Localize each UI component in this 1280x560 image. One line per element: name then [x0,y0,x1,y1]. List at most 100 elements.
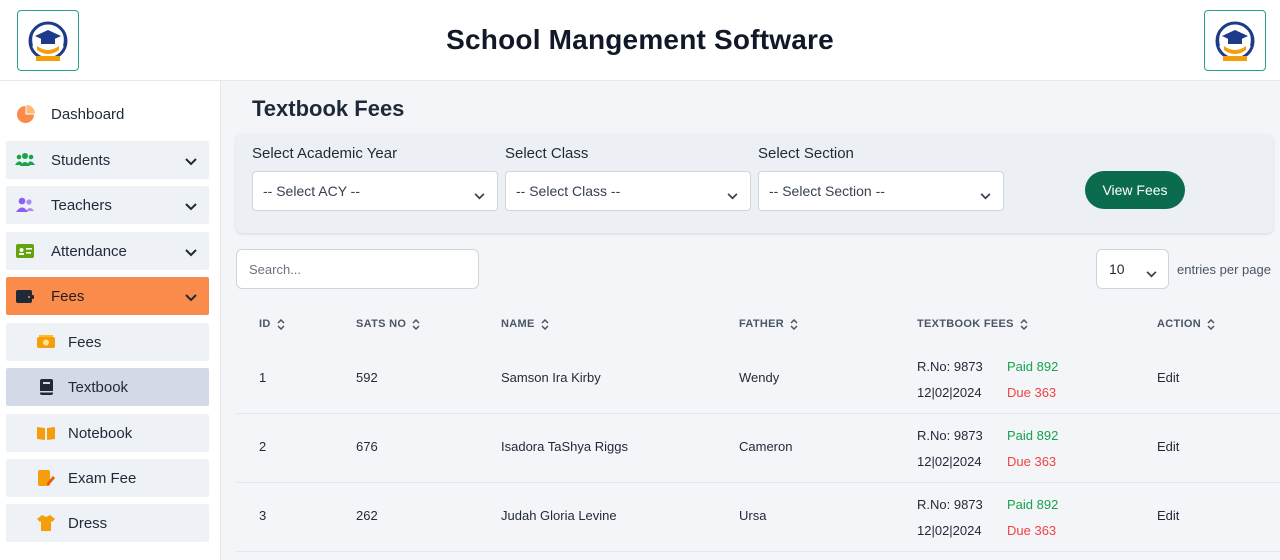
entries-per-page-label: entries per page [1177,262,1271,277]
pie-chart-icon [15,104,35,124]
cell-id: 3 [259,508,267,523]
sidebar-item-label: Notebook [68,424,133,442]
sidebar-item-teachers[interactable]: Teachers [6,186,209,224]
sort-icon [1207,318,1215,330]
column-header-label: TEXTBOOK FEES [917,318,1014,330]
cell-sats-no: 262 [356,508,378,523]
cell-id: 2 [259,439,267,454]
sidebar-item-fees[interactable]: Fees [6,277,209,315]
chevron-down-icon[interactable] [185,198,197,215]
academic-year-select[interactable]: -- Select ACY -- [252,171,498,211]
cell-id: 1 [259,370,267,385]
cell-paid-amount: Paid 892 [1007,497,1059,512]
column-header-sats-no[interactable]: SATS NO [356,318,420,330]
section-value: -- Select Section -- [769,183,885,199]
cell-sats-no: 676 [356,439,378,454]
table-row: 1 592 Samson Ira Kirby Wendy R.No: 9873 … [236,345,1280,414]
chevron-down-icon [474,187,485,203]
column-header-label: ACTION [1157,318,1201,330]
sort-icon [541,318,549,330]
section-label: Select Section [758,145,854,162]
sidebar-subitem-textbook[interactable]: Textbook [6,368,209,406]
document-edit-icon [36,468,56,488]
cell-due-amount: Due 363 [1007,385,1057,400]
column-header-father[interactable]: FATHER [739,318,798,330]
sidebar-item-label: Dress [68,514,108,532]
cell-receipt-no: R.No: 9873 [917,359,983,374]
cell-paid-amount: Paid 892 [1007,428,1059,443]
sidebar-item-label: Teachers [51,196,112,214]
column-header-name[interactable]: NAME [501,318,549,330]
chevron-down-icon [980,187,991,203]
cell-due-amount: Due 363 [1007,523,1057,538]
sidebar-subitem-notebook[interactable]: Notebook [6,414,209,452]
chevron-down-icon[interactable] [185,153,197,170]
sort-icon [1020,318,1028,330]
cell-father: Cameron [739,439,793,454]
cell-sats-no: 592 [356,370,378,385]
sidebar-item-label: Dashboard [51,105,125,123]
sort-icon [277,318,285,330]
search-input[interactable] [236,249,479,289]
chevron-down-icon[interactable] [185,289,197,306]
column-header-label: NAME [501,318,535,330]
id-card-icon [15,241,35,261]
sidebar-subitem-dress[interactable]: Dress [6,504,209,542]
edit-link[interactable]: Edit [1157,370,1179,385]
cell-receipt-no: R.No: 9873 [917,497,983,512]
cell-fee-date: 12|02|2024 [917,385,982,400]
table-row: 2 676 Isadora TaShya Riggs Cameron R.No:… [236,414,1280,483]
edit-link[interactable]: Edit [1157,439,1179,454]
cell-fee-date: 12|02|2024 [917,523,982,538]
sidebar-item-label: Exam Fee [68,469,137,487]
shirt-icon [36,513,56,533]
academic-year-label: Select Academic Year [252,145,398,162]
cell-fee-date: 12|02|2024 [917,454,982,469]
sidebar-item-students[interactable]: Students [6,141,209,179]
column-header-textbook-fees[interactable]: TEXTBOOK FEES [917,318,1028,330]
sidebar-subitem-fees[interactable]: Fees [6,323,209,361]
column-header-label: SATS NO [356,318,407,330]
column-header-id[interactable]: ID [259,318,285,330]
sidebar-subitem-exam-fee[interactable]: Exam Fee [6,459,209,497]
table-row: 3 262 Judah Gloria Levine Ursa R.No: 987… [236,483,1280,552]
section-select[interactable]: -- Select Section -- [758,171,1004,211]
cell-name: Samson Ira Kirby [501,370,601,385]
cell-paid-amount: Paid 892 [1007,359,1059,374]
chevron-down-icon [1146,265,1157,281]
chevron-down-icon[interactable] [185,244,197,261]
sort-icon [790,318,798,330]
table-header: ID SATS NO NAME FATHER TEXTBOOK FEES ACT… [236,310,1280,340]
app-title: School Mangement Software [446,24,834,55]
sidebar-item-dashboard[interactable]: Dashboard [6,95,209,133]
edit-link[interactable]: Edit [1157,508,1179,523]
view-fees-button[interactable]: View Fees [1085,171,1185,209]
users-icon [15,150,35,170]
user-group-icon [15,195,35,215]
sidebar-item-label: Students [51,151,111,169]
school-logo-icon [1215,21,1255,61]
wallet-icon [15,286,35,306]
class-select[interactable]: -- Select Class -- [505,171,751,211]
cash-icon [36,332,56,352]
entries-per-page-select[interactable]: 10 [1096,249,1169,289]
sidebar-item-attendance[interactable]: Attendance [6,232,209,270]
open-book-icon [36,423,56,443]
page-title: Textbook Fees [252,96,405,121]
sidebar-item-label: Fees [68,333,102,351]
column-header-label: ID [259,318,271,330]
entries-value: 10 [1109,261,1125,277]
school-logo-right[interactable] [1204,10,1266,71]
filter-card: Select Academic Year -- Select ACY -- Se… [236,134,1273,233]
chevron-down-icon [727,187,738,203]
sort-icon [412,318,420,330]
sidebar-item-label: Attendance [51,242,127,260]
cell-name: Isadora TaShya Riggs [501,439,628,454]
column-header-label: FATHER [739,318,784,330]
class-label: Select Class [505,145,589,162]
cell-due-amount: Due 363 [1007,454,1057,469]
academic-year-value: -- Select ACY -- [263,183,360,199]
app-header: School Mangement Software [0,0,1280,81]
sidebar-item-label: Fees [51,287,85,305]
column-header-action[interactable]: ACTION [1157,318,1215,330]
